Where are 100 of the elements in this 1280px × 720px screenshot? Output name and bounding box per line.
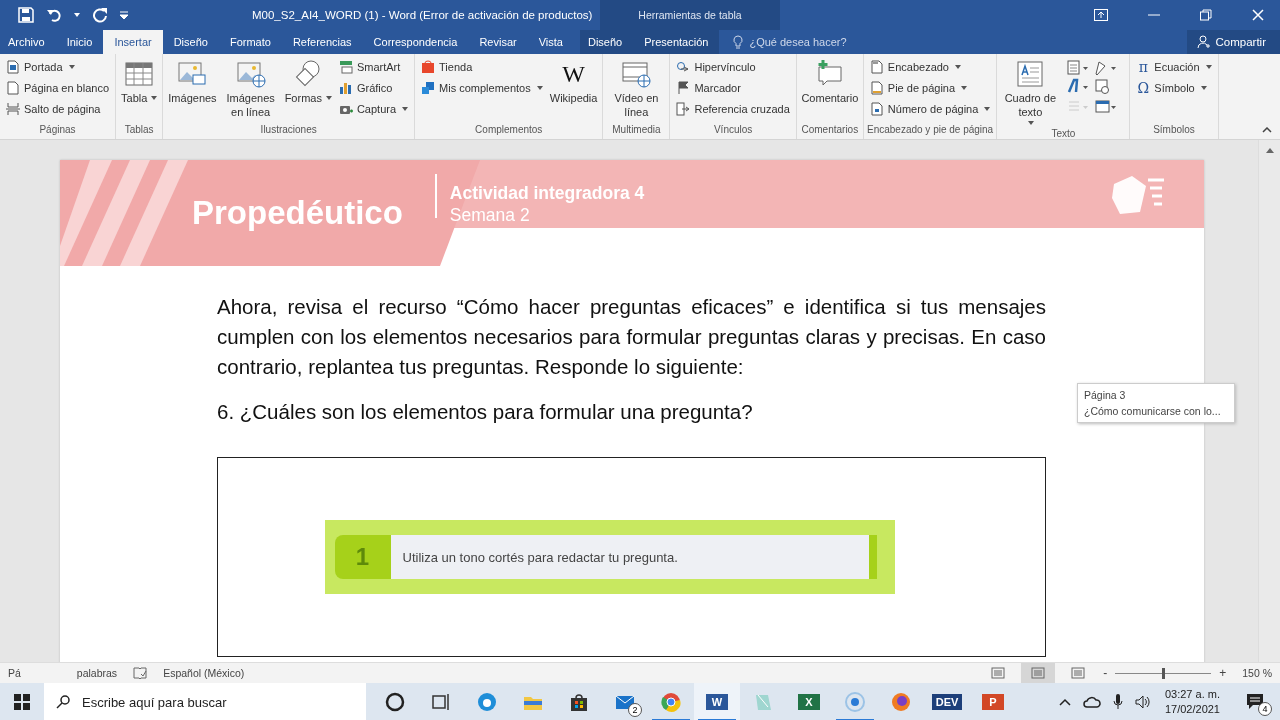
zoom-level-text[interactable]: 150 % bbox=[1242, 667, 1272, 679]
ribbon-tab[interactable]: Inicio bbox=[55, 30, 104, 54]
ribbon-button[interactable]: Captura bbox=[335, 100, 412, 118]
notification-icon[interactable] bbox=[1246, 693, 1264, 711]
store-icon bbox=[421, 60, 436, 74]
share-button[interactable]: Compartir bbox=[1186, 30, 1280, 54]
ribbon-button[interactable]: Encabezado bbox=[866, 58, 994, 76]
undo-icon[interactable] bbox=[46, 7, 62, 23]
ribbon-button[interactable]: SmartArt bbox=[335, 58, 412, 76]
ribbon-tab[interactable]: Correspondencia bbox=[362, 30, 469, 54]
ribbon-tab[interactable]: Formato bbox=[218, 30, 282, 54]
scroll-up-icon[interactable] bbox=[1265, 148, 1274, 153]
instruction-paragraph: Ahora, revisa el recurso “Cómo hacer preguntas eficaces” e identifica si tus mensajes cumplen con los elementos necesarios para formular preguntas claras y precisas. En caso contrario, replantea tus preguntas. Responde lo siguiente: bbox=[217, 294, 1046, 380]
link-icon bbox=[676, 60, 691, 74]
word-count-text: palabras bbox=[76, 667, 118, 679]
table-icon bbox=[124, 59, 155, 89]
blank-page-icon bbox=[6, 81, 20, 95]
chevron-up-icon[interactable] bbox=[1058, 698, 1071, 706]
ribbon-button[interactable]: Hipervínculo bbox=[673, 58, 793, 76]
ribbon-button[interactable]: Vídeo en línea bbox=[606, 56, 667, 124]
week-label: Semana 2 bbox=[449, 204, 531, 226]
group-label: Páginas bbox=[38, 124, 77, 137]
circle-icon bbox=[384, 691, 406, 713]
ribbon-button[interactable]: Comentario bbox=[799, 56, 860, 124]
spreadsheet-icon: X bbox=[798, 694, 820, 710]
taskbar-button[interactable]: DEV bbox=[924, 683, 970, 720]
close-icon[interactable] bbox=[1252, 9, 1264, 21]
ribbon-button[interactable]: Formas bbox=[282, 56, 334, 124]
cover-page-icon bbox=[6, 60, 20, 74]
tooltip-text: ¿Cómo comunicarse con lo... bbox=[1084, 404, 1222, 419]
ribbon-button[interactable]: Referencia cruzada bbox=[673, 100, 793, 118]
page-break-icon bbox=[6, 102, 20, 116]
taskbar-button[interactable]: X bbox=[786, 683, 832, 720]
dev-icon: DEV bbox=[931, 694, 963, 710]
language-text[interactable]: Español (México) bbox=[163, 667, 245, 679]
disc-icon bbox=[844, 691, 866, 713]
group-label: Multimedia bbox=[611, 124, 662, 137]
ribbon-button[interactable]: Imágenes en línea bbox=[220, 56, 281, 124]
cross-reference-icon bbox=[676, 102, 691, 116]
ribbon-tab[interactable]: Archivo bbox=[0, 30, 56, 54]
save-icon[interactable] bbox=[18, 7, 34, 23]
online-picture-icon bbox=[235, 59, 266, 89]
taskbar-button[interactable]: 2 bbox=[602, 683, 648, 720]
course-name: Propedéutico bbox=[192, 194, 403, 232]
microphone-icon[interactable] bbox=[1112, 694, 1123, 710]
vertical-scrollbar[interactable] bbox=[1258, 140, 1280, 662]
speaker-icon[interactable] bbox=[1134, 695, 1151, 709]
cloud-icon[interactable] bbox=[1082, 696, 1101, 708]
start-icon[interactable] bbox=[14, 694, 30, 710]
ribbon-button[interactable]: Página en blanco bbox=[3, 79, 112, 97]
clock-time[interactable]: 03:27 a. m. bbox=[1164, 687, 1220, 702]
customize-icon[interactable] bbox=[120, 11, 128, 19]
tip-text: Utiliza un tono cortés para redactar tu pregunta. bbox=[390, 535, 877, 579]
ribbon-button[interactable]: Salto de página bbox=[3, 100, 112, 118]
ribbon-tab[interactable]: Diseño bbox=[579, 30, 634, 54]
ribbon-button[interactable]: Portada bbox=[3, 58, 112, 76]
ribbon-button[interactable]: Tabla bbox=[119, 56, 160, 124]
taskbar-button[interactable]: W bbox=[694, 683, 740, 720]
proofing-icon[interactable] bbox=[133, 667, 148, 679]
search-icon bbox=[56, 695, 70, 709]
group-label: Tablas bbox=[123, 124, 155, 137]
clock-date[interactable]: 17/02/2021 bbox=[1164, 702, 1220, 717]
collapse-ribbon-icon[interactable] bbox=[1262, 127, 1272, 133]
page-count-text: Pá bbox=[8, 667, 21, 679]
group-label: Encabezado y pie de página bbox=[866, 124, 994, 137]
taskbar-search-field[interactable]: Escribe aquí para buscar bbox=[44, 683, 366, 720]
zoom-out-button[interactable]: - bbox=[1101, 666, 1110, 680]
caret-icon[interactable] bbox=[74, 13, 80, 17]
chart-icon bbox=[338, 81, 353, 95]
group-label: Complementos bbox=[474, 124, 544, 137]
ribbon-display-icon[interactable] bbox=[1094, 9, 1108, 21]
ribbon-tab[interactable]: Presentación bbox=[633, 30, 720, 54]
ribbon-button[interactable]: Tienda bbox=[418, 58, 546, 76]
zoom-in-button[interactable]: + bbox=[1217, 666, 1229, 680]
ribbon-button[interactable]: Cuadro de texto bbox=[1000, 56, 1061, 128]
taskbar-button[interactable]: P bbox=[970, 683, 1016, 720]
ribbon-tab[interactable]: Insertar bbox=[103, 30, 163, 54]
ribbon-button[interactable]: Ω Símbolo bbox=[1133, 79, 1215, 97]
ribbon-button[interactable]: Número de página bbox=[866, 100, 994, 118]
redo-icon[interactable] bbox=[92, 7, 108, 23]
flag-icon bbox=[676, 81, 691, 95]
ribbon-button[interactable]: W Wikipedia bbox=[547, 56, 600, 124]
lightbulb-icon bbox=[733, 35, 744, 49]
ribbon-button[interactable]: Mis complementos bbox=[418, 79, 546, 97]
restore-icon[interactable] bbox=[1200, 9, 1212, 21]
group-label: Vínculos bbox=[712, 124, 754, 137]
ribbon-tab[interactable]: Vista bbox=[527, 30, 574, 54]
ribbon-tab[interactable]: Referencias bbox=[281, 30, 363, 54]
ribbon-button[interactable]: Pie de página bbox=[866, 79, 994, 97]
person-add-icon bbox=[1196, 35, 1211, 49]
ribbon-button[interactable]: Imágenes bbox=[166, 56, 219, 124]
ribbon-tab[interactable]: Revisar bbox=[468, 30, 528, 54]
ribbon-button[interactable]: Gráfico bbox=[335, 79, 412, 97]
pi-icon: π bbox=[1136, 59, 1151, 75]
ribbon-button[interactable]: Marcador bbox=[673, 79, 793, 97]
zoom-thumb[interactable] bbox=[1162, 667, 1166, 679]
ribbon-button[interactable]: π Ecuación bbox=[1133, 58, 1215, 76]
ribbon-tab[interactable]: Diseño bbox=[162, 30, 219, 54]
footer-icon bbox=[869, 81, 884, 95]
tell-me-field[interactable]: ¿Qué desea hacer? bbox=[747, 35, 902, 49]
